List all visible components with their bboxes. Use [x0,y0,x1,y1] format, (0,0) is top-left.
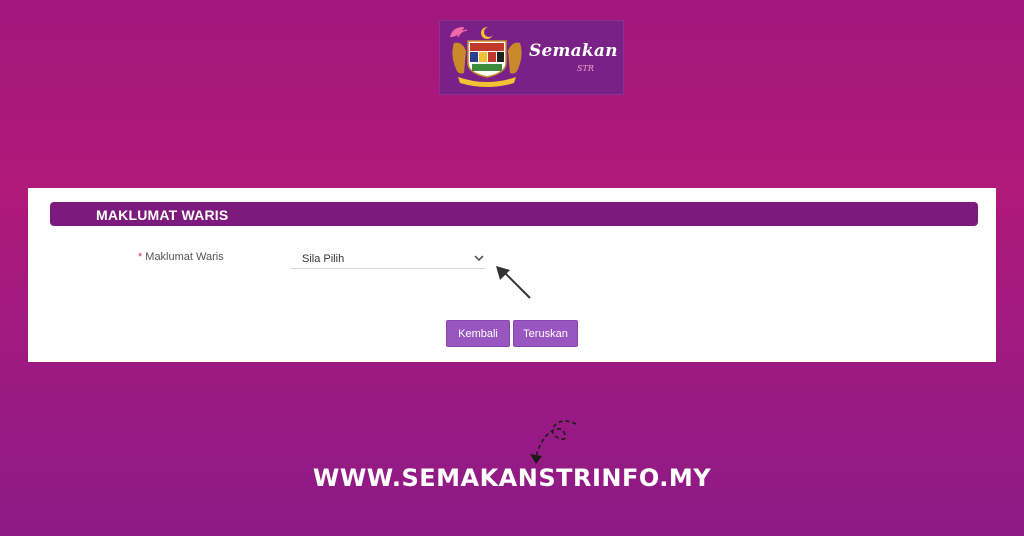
logo-subtext: STR [577,64,594,73]
curly-arrow-icon [530,420,577,464]
leaf-icon [450,27,468,38]
logo-banner: Semakan STR [439,20,624,95]
section-header: MAKLUMAT WARIS [50,202,978,226]
required-mark: * [138,251,143,263]
chevron-down-icon [474,255,484,262]
site-url[interactable]: WWW.SEMAKANSTRINFO.MY [0,464,1024,492]
logo-text: Semakan [529,41,618,61]
section-title: MAKLUMAT WARIS [96,207,229,223]
back-button[interactable]: Kembali [446,320,510,347]
maklumat-waris-select[interactable]: Sila Pilih [290,248,486,269]
field-label: * Maklumat Waris [138,251,224,263]
continue-button[interactable]: Teruskan [513,320,578,347]
pointer-arrow-icon [496,266,531,299]
select-value: Sila Pilih [302,253,345,265]
form-panel: MAKLUMAT WARIS * Maklumat Waris Sila Pili… [28,188,996,362]
field-label-text: Maklumat Waris [145,251,224,263]
